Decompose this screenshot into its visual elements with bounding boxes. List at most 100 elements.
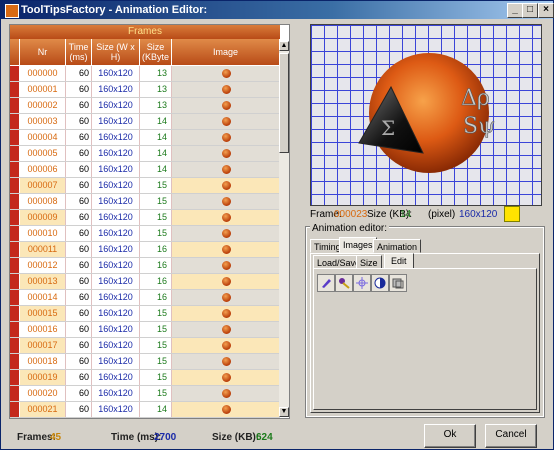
size-cell[interactable]: 160x120 [92, 194, 140, 209]
crosshair-icon[interactable] [353, 274, 371, 292]
time-cell[interactable]: 60 [66, 242, 92, 257]
size-cell[interactable]: 160x120 [92, 290, 140, 305]
table-row[interactable]: 000008 60 160x120 15 [10, 194, 280, 210]
kbyte-cell[interactable]: 14 [140, 162, 172, 177]
table-row[interactable]: 000011 60 160x120 16 [10, 242, 280, 258]
table-row[interactable]: 000003 60 160x120 14 [10, 114, 280, 130]
table-row[interactable]: 000009 60 160x120 15 [10, 210, 280, 226]
frame-number-cell[interactable]: 000006 [20, 162, 66, 177]
table-row[interactable]: 000016 60 160x120 15 [10, 322, 280, 338]
frame-number-cell[interactable]: 000013 [20, 274, 66, 289]
row-selector[interactable] [10, 210, 19, 225]
frame-number-cell[interactable]: 000011 [20, 242, 66, 257]
frame-number-cell[interactable]: 000005 [20, 146, 66, 161]
kbyte-cell[interactable]: 14 [140, 146, 172, 161]
time-cell[interactable]: 60 [66, 386, 92, 401]
row-selector[interactable] [10, 290, 19, 305]
kbyte-cell[interactable]: 15 [140, 322, 172, 337]
row-selector[interactable] [10, 242, 19, 257]
time-cell[interactable]: 60 [66, 66, 92, 81]
frame-number-cell[interactable]: 000001 [20, 82, 66, 97]
time-cell[interactable]: 60 [66, 258, 92, 273]
paint-brush-icon[interactable] [317, 274, 335, 292]
image-cell[interactable] [172, 258, 280, 273]
kbyte-cell[interactable]: 14 [140, 130, 172, 145]
tab-images[interactable]: Images [339, 237, 377, 253]
time-cell[interactable]: 60 [66, 274, 92, 289]
frame-number-cell[interactable]: 000002 [20, 98, 66, 113]
size-cell[interactable]: 160x120 [92, 210, 140, 225]
size-cell[interactable]: 160x120 [92, 354, 140, 369]
image-cell[interactable] [172, 290, 280, 305]
size-cell[interactable]: 160x120 [92, 322, 140, 337]
size-cell[interactable]: 160x120 [92, 66, 140, 81]
time-cell[interactable]: 60 [66, 194, 92, 209]
frames-grid[interactable]: Frames Nr Time (ms) Size (W x H) Size (K… [9, 24, 290, 419]
kbyte-cell[interactable]: 15 [140, 338, 172, 353]
table-row[interactable]: 000007 60 160x120 15 [10, 178, 280, 194]
image-cell[interactable] [172, 338, 280, 353]
frame-number-cell[interactable]: 000020 [20, 386, 66, 401]
kbyte-cell[interactable]: 15 [140, 386, 172, 401]
row-selector[interactable] [10, 386, 19, 401]
image-cell[interactable] [172, 402, 280, 417]
row-selector[interactable] [10, 322, 19, 337]
size-cell[interactable]: 160x120 [92, 242, 140, 257]
time-cell[interactable]: 60 [66, 322, 92, 337]
table-row[interactable]: 000010 60 160x120 15 [10, 226, 280, 242]
row-selector[interactable] [10, 194, 19, 209]
kbyte-cell[interactable]: 14 [140, 402, 172, 417]
column-header-nr[interactable]: Nr [20, 39, 66, 65]
time-cell[interactable]: 60 [66, 370, 92, 385]
color-picker-icon[interactable] [335, 274, 353, 292]
frame-number-cell[interactable]: 000007 [20, 178, 66, 193]
image-cell[interactable] [172, 194, 280, 209]
time-cell[interactable]: 60 [66, 98, 92, 113]
time-cell[interactable]: 60 [66, 418, 92, 419]
row-selector[interactable] [10, 258, 19, 273]
table-row[interactable]: 000018 60 160x120 15 [10, 354, 280, 370]
table-row[interactable]: 000020 60 160x120 15 [10, 386, 280, 402]
time-cell[interactable]: 60 [66, 82, 92, 97]
row-selector[interactable] [10, 338, 19, 353]
scroll-thumb[interactable] [279, 53, 289, 153]
column-header-time[interactable]: Time (ms) [66, 39, 92, 65]
kbyte-cell[interactable]: 14 [140, 418, 172, 419]
image-cell[interactable] [172, 386, 280, 401]
image-cell[interactable] [172, 242, 280, 257]
subtab-edit[interactable]: Edit [384, 253, 414, 269]
image-cell[interactable] [172, 130, 280, 145]
row-selector[interactable] [10, 354, 19, 369]
time-cell[interactable]: 60 [66, 338, 92, 353]
image-cell[interactable] [172, 210, 280, 225]
image-cell[interactable] [172, 226, 280, 241]
row-selector[interactable] [10, 402, 19, 417]
frame-number-cell[interactable]: 000008 [20, 194, 66, 209]
row-selector[interactable] [10, 114, 19, 129]
row-selector[interactable] [10, 226, 19, 241]
image-cell[interactable] [172, 146, 280, 161]
kbyte-cell[interactable]: 15 [140, 210, 172, 225]
frame-number-cell[interactable]: 000012 [20, 258, 66, 273]
frame-number-cell[interactable]: 000000 [20, 66, 66, 81]
size-cell[interactable]: 160x120 [92, 146, 140, 161]
close-button[interactable]: × [538, 3, 554, 18]
table-row[interactable]: 000002 60 160x120 13 [10, 98, 280, 114]
size-cell[interactable]: 160x120 [92, 418, 140, 419]
frame-number-cell[interactable]: 000010 [20, 226, 66, 241]
column-header-size[interactable]: Size (W x H) [92, 39, 140, 65]
row-selector[interactable] [10, 66, 19, 81]
size-cell[interactable]: 160x120 [92, 338, 140, 353]
time-cell[interactable]: 60 [66, 210, 92, 225]
scroll-up-arrow-icon[interactable]: ▲ [279, 41, 289, 51]
image-cell[interactable] [172, 354, 280, 369]
frame-number-cell[interactable]: 000015 [20, 306, 66, 321]
image-cell[interactable] [172, 82, 280, 97]
transparency-icon[interactable] [389, 274, 407, 292]
row-selector[interactable] [10, 370, 19, 385]
table-row[interactable]: 000021 60 160x120 14 [10, 402, 280, 418]
size-cell[interactable]: 160x120 [92, 82, 140, 97]
table-row[interactable]: 000013 60 160x120 16 [10, 274, 280, 290]
kbyte-cell[interactable]: 16 [140, 274, 172, 289]
subtab-size[interactable]: Size [356, 255, 382, 269]
